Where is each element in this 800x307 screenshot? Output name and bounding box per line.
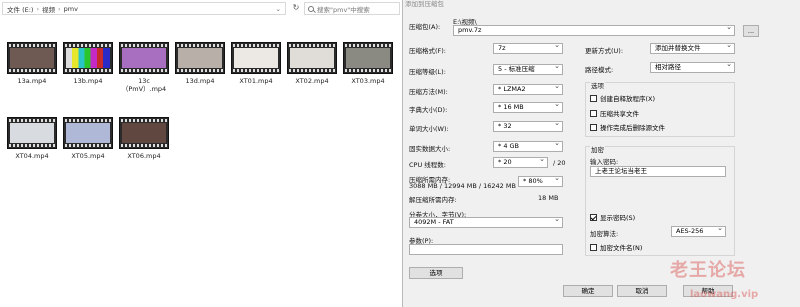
dialog-title: 添加到压缩包 xyxy=(405,0,444,8)
file-item[interactable]: 13b.mp4 xyxy=(60,42,116,85)
level-label: 压缩等级(L): xyxy=(409,68,446,76)
dict-label: 字典大小(D): xyxy=(409,106,448,114)
encrypt-names-checkbox[interactable]: 加密文件名(N) xyxy=(590,242,642,252)
threads-select[interactable]: * 20 xyxy=(493,157,548,168)
word-label: 单词大小(W): xyxy=(409,125,449,133)
update-label: 更新方式(U): xyxy=(585,47,624,55)
breadcrumb-separator-icon: › xyxy=(36,4,40,13)
shared-label: 压缩共享文件 xyxy=(600,110,639,118)
shared-checkbox[interactable]: 压缩共享文件 xyxy=(590,108,639,118)
breadcrumb-videos[interactable]: 视频 xyxy=(42,4,55,14)
video-thumbnail xyxy=(63,42,113,74)
delete-checkbox[interactable]: 操作完成后删除源文件 xyxy=(590,122,665,132)
file-item[interactable]: XT04.mp4 xyxy=(4,117,60,160)
method-select[interactable]: * LZMA2 xyxy=(493,84,563,95)
archive-label: 压缩包(A): xyxy=(409,23,441,31)
breadcrumb-pmv[interactable]: pmv xyxy=(64,5,78,13)
split-select[interactable]: 4092M - FAT xyxy=(409,217,563,228)
video-thumbnail xyxy=(63,117,113,149)
file-name: 13d.mp4 xyxy=(185,77,215,85)
search-icon xyxy=(308,5,314,12)
file-name: XT06.mp4 xyxy=(127,152,161,160)
address-bar[interactable]: 文件 (E:) › 视频 › pmv ⌄ xyxy=(2,2,286,15)
checkbox-checked-icon[interactable] xyxy=(590,213,597,221)
video-thumbnail xyxy=(7,42,57,74)
encrypt-names-label: 加密文件名(N) xyxy=(600,244,643,252)
mem-percent-select[interactable]: * 80% xyxy=(518,176,563,187)
file-name: XT02.mp4 xyxy=(295,77,329,85)
enc-method-select[interactable]: AES-256 xyxy=(671,226,726,237)
solid-select[interactable]: * 4 GB xyxy=(493,141,563,152)
method-label: 压缩方法(M): xyxy=(409,88,448,96)
options-button[interactable]: 选项 xyxy=(409,267,463,279)
checkbox-icon[interactable] xyxy=(590,123,597,131)
checkbox-icon[interactable] xyxy=(590,109,597,117)
show-password-checkbox[interactable]: 显示密码(S) xyxy=(590,212,635,222)
params-input[interactable] xyxy=(409,244,563,255)
browse-button[interactable]: ... xyxy=(743,25,759,37)
update-select[interactable]: 添加并替换文件 xyxy=(650,43,735,54)
file-name: XT01.mp4 xyxy=(239,77,273,85)
breadcrumb-drive[interactable]: 文件 (E:) xyxy=(7,4,33,14)
checkbox-icon[interactable] xyxy=(590,94,597,102)
file-name: 13b.mp4 xyxy=(73,77,103,85)
delete-label: 操作完成后删除源文件 xyxy=(600,124,665,132)
mem-value: 3088 MB / 12994 MB / 16242 MB xyxy=(409,182,516,190)
breadcrumb-separator-icon: › xyxy=(58,4,61,13)
decomp-label: 解压缩所需内存: xyxy=(409,196,457,204)
file-name: XT05.mp4 xyxy=(71,152,105,160)
file-item[interactable]: XT03.mp4 xyxy=(340,42,396,85)
search-input[interactable]: 搜索"pmv"中搜索 xyxy=(304,2,400,15)
dict-select[interactable]: * 16 MB xyxy=(493,102,563,113)
password-input[interactable]: 上老王论坛当老王 xyxy=(590,166,726,177)
file-explorer: 文件 (E:) › 视频 › pmv ⌄ ↻ 搜索"pmv"中搜索 13a.mp… xyxy=(0,0,402,307)
sfx-checkbox[interactable]: 创建自释放程序(X) xyxy=(590,93,655,103)
show-password-label: 显示密码(S) xyxy=(600,214,636,222)
decomp-value: 18 MB xyxy=(538,194,559,202)
checkbox-icon[interactable] xyxy=(590,243,597,251)
video-thumbnail xyxy=(7,117,57,149)
video-thumbnail xyxy=(231,42,281,74)
video-thumbnail xyxy=(343,42,393,74)
ok-button[interactable]: 确定 xyxy=(563,285,613,297)
file-name: XT04.mp4 xyxy=(15,152,49,160)
watermark-title: 老王论坛 xyxy=(670,260,746,281)
options-group-title: 选项 xyxy=(590,80,605,90)
watermark-url: laowang.vip xyxy=(690,289,759,300)
sfx-label: 创建自释放程序(X) xyxy=(600,95,656,103)
refresh-icon[interactable]: ↻ xyxy=(290,2,302,15)
chevron-down-icon[interactable]: ⌄ xyxy=(276,5,281,13)
video-thumbnail xyxy=(175,42,225,74)
file-item[interactable]: 13a.mp4 xyxy=(4,42,60,85)
file-item[interactable]: XT06.mp4 xyxy=(116,117,172,160)
format-label: 压缩格式(F): xyxy=(409,47,447,55)
level-select[interactable]: 5 - 标准压缩 xyxy=(493,64,563,75)
file-item[interactable]: XT02.mp4 xyxy=(284,42,340,85)
word-select[interactable]: * 32 xyxy=(493,121,563,132)
path-select[interactable]: 相对路径 xyxy=(650,62,735,73)
search-placeholder: 搜索"pmv"中搜索 xyxy=(317,5,370,14)
video-thumbnail xyxy=(119,117,169,149)
solid-label: 固实数据大小: xyxy=(409,145,451,153)
enc-method-label: 加密算法: xyxy=(590,230,619,238)
encryption-group-title: 加密 xyxy=(590,144,605,154)
file-item[interactable]: XT05.mp4 xyxy=(60,117,116,160)
file-item[interactable]: XT01.mp4 xyxy=(228,42,284,85)
video-thumbnail xyxy=(119,42,169,74)
archive-name-combo[interactable]: pmv.7z xyxy=(453,25,735,36)
video-thumbnail xyxy=(287,42,337,74)
file-name: XT03.mp4 xyxy=(351,77,385,85)
format-select[interactable]: 7z xyxy=(493,43,563,54)
cancel-button[interactable]: 取消 xyxy=(617,285,667,297)
threads-total: / 20 xyxy=(553,159,566,167)
threads-label: CPU 线程数: xyxy=(409,161,446,169)
file-item[interactable]: 13c（PmV）.mp4 xyxy=(116,42,172,93)
file-item[interactable]: 13d.mp4 xyxy=(172,42,228,85)
file-name: 13a.mp4 xyxy=(17,77,47,85)
file-name: 13c（PmV）.mp4 xyxy=(121,77,167,93)
password-label: 输入密码: xyxy=(590,158,619,166)
path-label: 路径模式: xyxy=(585,66,614,74)
